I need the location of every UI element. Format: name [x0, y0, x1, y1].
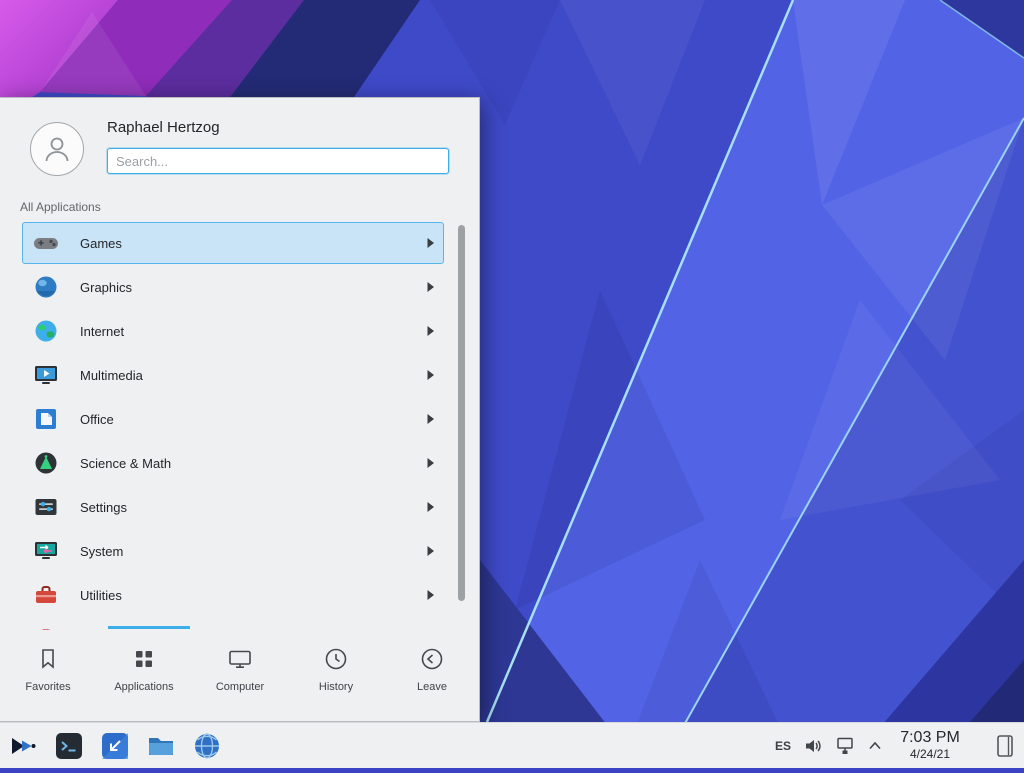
taskbar-launchers [0, 731, 222, 761]
tab-leave[interactable]: Leave [384, 630, 480, 723]
settings-icon [33, 494, 59, 520]
science-icon [33, 450, 59, 476]
internet-icon [33, 318, 59, 344]
tab-label: Applications [114, 681, 173, 693]
file-manager-icon[interactable] [146, 731, 176, 761]
category-label: Settings [80, 500, 127, 515]
web-browser-icon[interactable] [192, 731, 222, 761]
submenu-arrow-icon [426, 281, 435, 293]
tray-expand-icon[interactable] [868, 740, 882, 751]
submenu-arrow-icon [426, 589, 435, 601]
tab-label: Favorites [25, 681, 70, 693]
category-label: Office [80, 412, 114, 427]
games-icon [33, 230, 59, 256]
list-scrollbar[interactable] [458, 225, 465, 601]
history-icon [323, 646, 349, 672]
show-desktop-icon [995, 733, 1015, 759]
submenu-arrow-icon [426, 457, 435, 469]
leave-icon [419, 646, 445, 672]
clock-date: 4/24/21 [895, 748, 965, 762]
multimedia-icon [33, 362, 59, 388]
submenu-arrow-icon [426, 237, 435, 249]
user-icon [42, 134, 72, 164]
system-icon [33, 538, 59, 564]
tab-label: Leave [417, 681, 447, 693]
launcher-tabbar: Favorites Applications Computer [0, 630, 480, 723]
category-label: Games [80, 236, 122, 251]
category-label: Graphics [80, 280, 132, 295]
tab-favorites[interactable]: Favorites [0, 630, 96, 723]
digital-clock[interactable]: 7:03 PM 4/24/21 [895, 729, 965, 761]
submenu-arrow-icon [426, 501, 435, 513]
clock-time: 7:03 PM [895, 729, 965, 747]
app-launcher-icon[interactable] [8, 731, 38, 761]
office-icon [33, 406, 59, 432]
taskbar: ES 7:03 PM 4/24/21 [0, 722, 1024, 768]
category-row-office[interactable]: Office [22, 398, 444, 440]
software-icon[interactable] [100, 731, 130, 761]
category-label: Utilities [80, 588, 122, 603]
search-input[interactable] [107, 148, 449, 174]
category-row-internet[interactable]: Internet [22, 310, 444, 352]
tab-computer[interactable]: Computer [192, 630, 288, 723]
active-tab-indicator [108, 626, 190, 629]
category-row-science-math[interactable]: Science & Math [22, 442, 444, 484]
favorites-icon [35, 646, 61, 672]
tab-history[interactable]: History [288, 630, 384, 723]
category-row-utilities[interactable]: Utilities [22, 574, 444, 616]
tab-applications[interactable]: Applications [96, 630, 192, 723]
tab-label: History [319, 681, 353, 693]
submenu-arrow-icon [426, 369, 435, 381]
volume-icon[interactable] [804, 737, 822, 755]
user-avatar[interactable] [30, 122, 84, 176]
keyboard-layout-indicator[interactable]: ES [775, 739, 791, 753]
computer-icon [227, 646, 253, 672]
applications-icon [131, 646, 157, 672]
category-row-graphics[interactable]: Graphics [22, 266, 444, 308]
submenu-arrow-icon [426, 545, 435, 557]
tab-label: Computer [216, 681, 264, 693]
graphics-icon [33, 274, 59, 300]
network-icon[interactable] [835, 736, 855, 756]
user-name: Raphael Hertzog [107, 119, 220, 136]
category-label: Science & Math [80, 456, 171, 471]
category-row-games[interactable]: Games [22, 222, 444, 264]
category-row-settings[interactable]: Settings [22, 486, 444, 528]
submenu-arrow-icon [426, 325, 435, 337]
utilities-icon [33, 582, 59, 608]
application-launcher-menu: Raphael Hertzog All Applications Games [0, 97, 480, 722]
show-desktop-button[interactable] [994, 733, 1016, 759]
category-row-system[interactable]: System [22, 530, 444, 572]
category-label: Multimedia [80, 368, 143, 383]
submenu-arrow-icon [426, 413, 435, 425]
terminal-icon[interactable] [54, 731, 84, 761]
category-label: Internet [80, 324, 124, 339]
system-tray: ES 7:03 PM 4/24/21 [775, 729, 1024, 761]
category-row-multimedia[interactable]: Multimedia [22, 354, 444, 396]
app-category-list: Games Graphics Internet [0, 222, 480, 630]
section-label: All Applications [20, 200, 101, 214]
category-row-help[interactable]: Help [22, 618, 444, 630]
category-label: System [80, 544, 123, 559]
